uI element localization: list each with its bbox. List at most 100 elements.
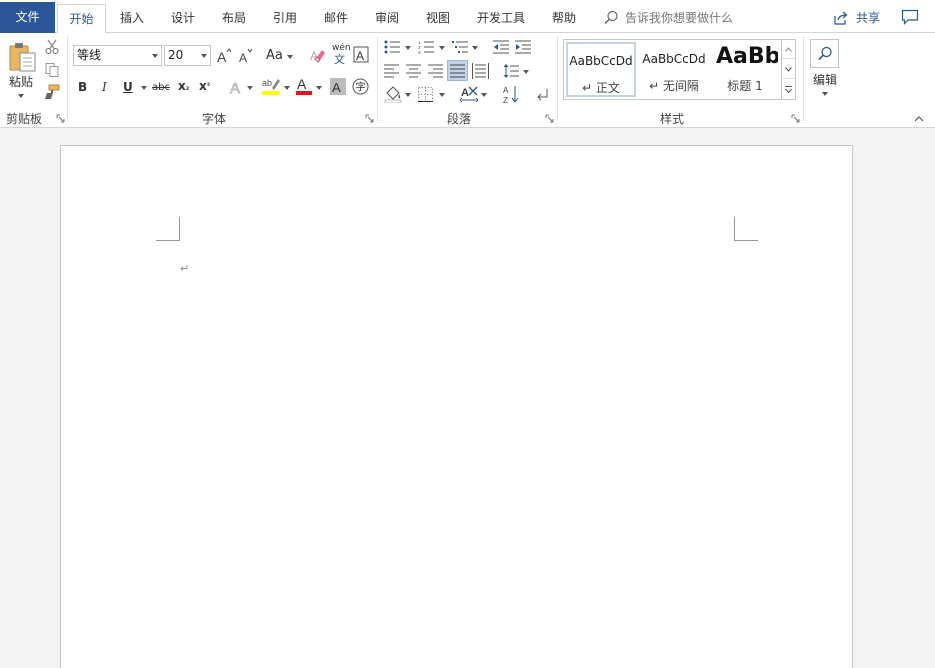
svg-text:A: A bbox=[230, 80, 240, 96]
style-normal-name: ↵ 正文 bbox=[582, 81, 620, 95]
italic-button[interactable]: I bbox=[102, 80, 107, 94]
distributed-icon[interactable] bbox=[472, 63, 489, 79]
clipboard-dialog-launcher-icon[interactable] bbox=[56, 114, 65, 123]
enclose-characters-icon[interactable]: 字 bbox=[352, 78, 369, 95]
editing-dropdown-icon[interactable] bbox=[822, 92, 828, 96]
shading-icon[interactable] bbox=[384, 85, 402, 103]
paragraph-group-label: 段落 bbox=[447, 112, 472, 126]
numbering-dropdown-icon[interactable] bbox=[439, 46, 445, 50]
character-shading-icon[interactable]: A bbox=[330, 78, 346, 95]
styles-more[interactable] bbox=[782, 80, 795, 99]
tab-layout[interactable]: 布局 bbox=[214, 4, 254, 33]
multilevel-list-icon[interactable] bbox=[452, 40, 469, 54]
multilevel-list-dropdown-icon[interactable] bbox=[472, 46, 478, 50]
share-label: 共享 bbox=[856, 11, 881, 25]
tell-me-placeholder: 告诉我你想要做什么 bbox=[625, 11, 734, 25]
svg-text:A: A bbox=[297, 76, 307, 92]
format-painter-icon[interactable] bbox=[44, 84, 60, 100]
search-icon bbox=[604, 10, 618, 24]
styles-dialog-launcher-icon[interactable] bbox=[791, 114, 800, 123]
numbering-icon[interactable]: 1 2 3 bbox=[418, 40, 435, 54]
tab-review[interactable]: 审阅 bbox=[367, 4, 407, 33]
increase-indent-icon[interactable] bbox=[515, 40, 532, 54]
style-heading-1-preview: AaBb bbox=[716, 44, 778, 69]
font-color-dropdown-icon[interactable] bbox=[316, 86, 322, 90]
font-name-combo[interactable]: 等线 bbox=[73, 45, 162, 66]
phonetic-guide-top: wén bbox=[332, 43, 351, 53]
document-page[interactable]: ↵ bbox=[60, 145, 853, 668]
font-dialog-launcher-icon[interactable] bbox=[365, 114, 374, 123]
justify-button[interactable] bbox=[447, 60, 468, 81]
sort-icon[interactable]: A Z bbox=[503, 85, 519, 104]
styles-scroll-up[interactable] bbox=[782, 40, 795, 59]
tab-insert[interactable]: 插入 bbox=[112, 4, 152, 33]
highlight-dropdown-icon[interactable] bbox=[284, 86, 290, 90]
align-right-icon[interactable] bbox=[428, 64, 444, 78]
highlight-icon[interactable]: ab bbox=[261, 76, 281, 96]
font-name-value: 等线 bbox=[77, 48, 102, 62]
bullets-icon[interactable] bbox=[384, 40, 401, 54]
clear-formatting-icon[interactable]: A bbox=[310, 47, 326, 63]
comment-icon[interactable] bbox=[901, 9, 919, 25]
line-spacing-dropdown-icon[interactable] bbox=[523, 70, 529, 74]
align-left-icon[interactable] bbox=[384, 64, 400, 78]
paste-button[interactable]: 粘贴 bbox=[9, 75, 33, 89]
font-name-dropdown-icon[interactable] bbox=[152, 54, 158, 58]
styles-scroll-down[interactable] bbox=[782, 60, 795, 79]
tab-home[interactable]: 开始 bbox=[57, 4, 106, 34]
ribbon-tab-bar: 文件 开始 插入 设计 布局 引用 邮件 审阅 视图 开发工具 帮助 告诉我你想… bbox=[0, 0, 935, 34]
editing-button[interactable]: 编辑 bbox=[813, 73, 837, 87]
ribbon-home: 粘贴 剪贴板 等线 20 A A Aa A wén 文 A B I U abc … bbox=[0, 33, 935, 128]
strikethrough-button[interactable]: abc bbox=[152, 81, 170, 95]
shading-dropdown-icon[interactable] bbox=[405, 93, 411, 97]
change-case-dropdown-icon[interactable] bbox=[287, 55, 293, 59]
tab-file[interactable]: 文件 bbox=[0, 2, 55, 33]
font-size-dropdown-icon[interactable] bbox=[201, 54, 207, 58]
collapse-ribbon-icon[interactable] bbox=[914, 115, 924, 122]
paste-dropdown-icon[interactable] bbox=[18, 94, 24, 98]
text-effects-dropdown-icon[interactable] bbox=[247, 86, 253, 90]
style-heading-1[interactable]: AaBb 标题 1 bbox=[712, 42, 778, 97]
paste-icon[interactable] bbox=[8, 41, 38, 73]
decrease-indent-icon[interactable] bbox=[493, 40, 510, 54]
borders-dropdown-icon[interactable] bbox=[439, 93, 445, 97]
tab-references[interactable]: 引用 bbox=[265, 4, 305, 33]
chinese-layout-icon[interactable]: A bbox=[460, 85, 478, 103]
superscript-button[interactable]: x² bbox=[199, 79, 210, 93]
show-hide-marks-icon[interactable] bbox=[536, 88, 549, 102]
cut-icon[interactable] bbox=[44, 39, 60, 55]
underline-button[interactable]: U bbox=[123, 80, 133, 94]
align-center-icon[interactable] bbox=[406, 64, 422, 78]
tab-design[interactable]: 设计 bbox=[163, 4, 203, 33]
svg-text:字: 字 bbox=[356, 81, 366, 94]
styles-gallery: AaBbCcDd ↵ 正文 AaBbCcDd ↵ 无间隔 AaBb 标题 1 bbox=[563, 39, 796, 100]
line-spacing-icon[interactable] bbox=[503, 63, 519, 79]
grow-font-icon[interactable]: A bbox=[216, 46, 232, 64]
change-case-button[interactable]: Aa bbox=[266, 49, 283, 63]
font-size-combo[interactable]: 20 bbox=[164, 45, 211, 66]
subscript-mark: ₂ bbox=[185, 83, 190, 92]
tab-developer[interactable]: 开发工具 bbox=[472, 4, 530, 33]
tab-view[interactable]: 视图 bbox=[418, 4, 458, 33]
svg-text:A: A bbox=[356, 49, 364, 63]
borders-icon[interactable] bbox=[418, 87, 433, 102]
bullets-dropdown-icon[interactable] bbox=[405, 46, 411, 50]
style-normal[interactable]: AaBbCcDd ↵ 正文 bbox=[566, 42, 636, 97]
character-border-icon[interactable]: A bbox=[353, 46, 369, 63]
underline-dropdown-icon[interactable] bbox=[141, 86, 147, 90]
style-no-spacing[interactable]: AaBbCcDd ↵ 无间隔 bbox=[639, 42, 709, 97]
copy-icon[interactable] bbox=[44, 62, 60, 78]
font-group-label: 字体 bbox=[202, 112, 227, 126]
subscript-button[interactable]: x₂ bbox=[178, 79, 189, 95]
share-icon bbox=[834, 11, 848, 25]
chinese-layout-dropdown-icon[interactable] bbox=[481, 93, 487, 97]
text-effects-icon[interactable]: A bbox=[228, 78, 246, 97]
find-button[interactable] bbox=[810, 39, 839, 68]
paragraph-dialog-launcher-icon[interactable] bbox=[545, 114, 554, 123]
tab-mailings[interactable]: 邮件 bbox=[316, 4, 356, 33]
font-color-icon[interactable]: A bbox=[295, 76, 313, 96]
shrink-font-icon[interactable]: A bbox=[238, 46, 254, 64]
bold-button[interactable]: B bbox=[78, 80, 87, 94]
tab-help[interactable]: 帮助 bbox=[544, 4, 584, 33]
paragraph-mark: ↵ bbox=[180, 262, 190, 275]
